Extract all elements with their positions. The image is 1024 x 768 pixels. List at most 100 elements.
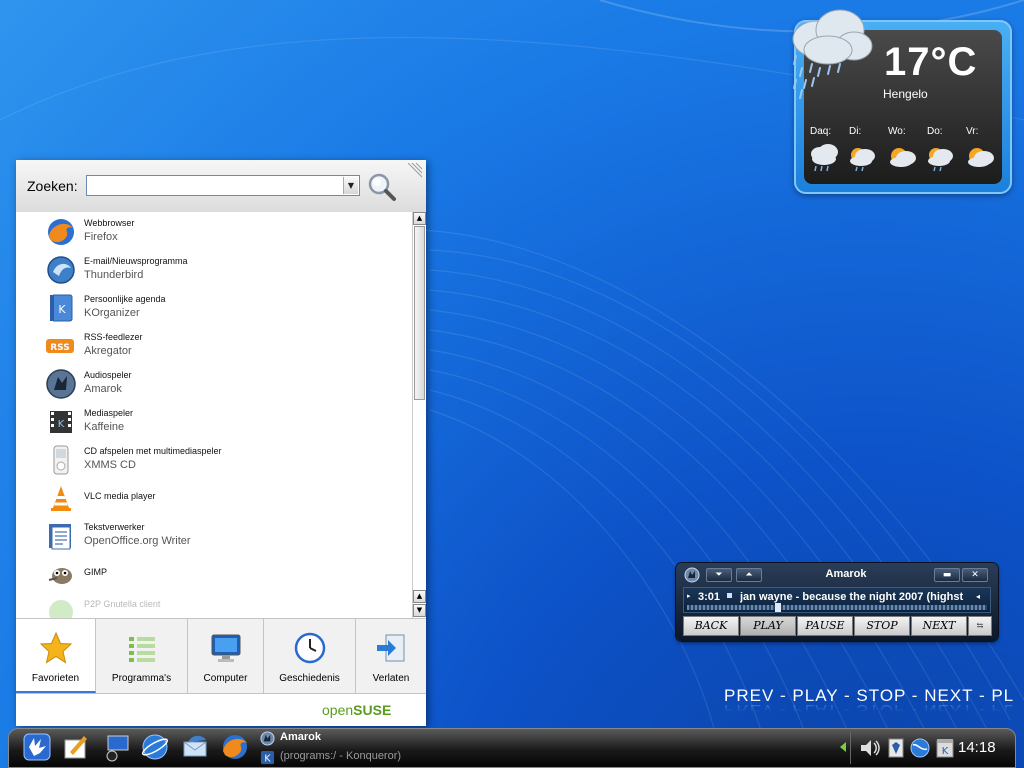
vlc-icon (51, 486, 71, 511)
weather-city: Hengelo (883, 87, 928, 101)
pause-button[interactable]: PAUSE (797, 616, 853, 636)
list-item[interactable]: K Mediaspeler Kaffeine (16, 402, 412, 440)
back-button[interactable]: BACK (683, 616, 739, 636)
programs-list-icon (129, 637, 155, 662)
task-label: Amarok (280, 731, 321, 743)
list-item[interactable]: Webbrowser Firefox (16, 212, 412, 250)
tab-label: Geschiedenis (279, 673, 340, 684)
task-label: (programs:/ - Konqueror) (280, 750, 402, 762)
forecast-day-4: Do: (927, 126, 943, 137)
tab-label: Computer (203, 673, 248, 684)
kde-tool-icon[interactable] (885, 736, 907, 760)
shade-up-button[interactable]: ⏶ (736, 568, 762, 582)
shade-down-button[interactable]: ⏷ (706, 568, 732, 582)
progress-knob[interactable] (775, 603, 781, 612)
player-title: Amarok (825, 568, 867, 580)
magnifier-icon[interactable] (366, 171, 398, 203)
task-amarok[interactable]: Amarok (258, 730, 818, 748)
search-label: Zoeken: (27, 178, 78, 194)
tab-computer[interactable]: Computer (188, 619, 264, 693)
tab-history[interactable]: Geschiedenis (264, 619, 356, 693)
kde-updater-icon[interactable]: K (935, 737, 955, 759)
brand-part-a: open (322, 702, 354, 718)
network-icon[interactable] (102, 732, 132, 762)
app-title: RSS-feedlezer (84, 332, 143, 342)
tab-favorites[interactable]: Favorieten (16, 619, 96, 693)
kaffeine-icon: K (50, 411, 72, 433)
close-button[interactable]: ✕ (962, 568, 988, 582)
gnutella-icon (49, 600, 73, 618)
list-item[interactable]: E-mail/Nieuwsprogramma Thunderbird (16, 250, 412, 288)
opensuse-logo: openSUSE (322, 702, 391, 718)
svg-text:K: K (942, 746, 949, 757)
rss-icon: RSS (46, 339, 74, 353)
kde-start-icon[interactable] (22, 732, 52, 762)
search-history-dropdown[interactable]: ▼ (343, 177, 358, 194)
firefox-icon (48, 219, 74, 245)
search-input[interactable] (86, 175, 360, 196)
konqueror-icon: K (260, 750, 275, 764)
scrollbar-thumb[interactable] (414, 226, 425, 400)
app-title: Tekstverwerker (84, 522, 145, 532)
list-item[interactable]: Tekstverwerker OpenOffice.org Writer (16, 516, 412, 554)
volume-icon[interactable] (859, 738, 881, 758)
firefox-icon[interactable] (220, 732, 250, 762)
player-osd-reflection: PREV - PLAY - STOP - NEXT - PL (724, 701, 1015, 720)
stop-button[interactable]: STOP (854, 616, 910, 636)
forecast-day-1: Daq: (810, 126, 832, 137)
scroll-up-button[interactable]: ▲ (413, 212, 426, 225)
system-tray: K (850, 732, 958, 764)
menu-tabs: Favorieten Programma's Computer Geschied… (16, 618, 426, 694)
svg-text:K: K (58, 303, 66, 316)
tray-expand-icon[interactable] (840, 742, 846, 752)
list-item[interactable]: CD afspelen met multimediaspeler XMMS CD (16, 440, 412, 478)
app-name: Firefox (84, 231, 118, 243)
track-progress[interactable] (687, 603, 987, 612)
forecast-day-5: Vr: (966, 126, 979, 137)
logout-icon (377, 634, 405, 662)
list-item[interactable]: GIMP (16, 554, 412, 592)
taskbar-clock: 14:18 (958, 739, 996, 756)
amarok-player: ⏷ ⏶ Amarok ▬ ✕ ▸ 3:01 jan wayne - becaus… (676, 563, 998, 641)
brand-part-b: SUSE (353, 702, 392, 718)
list-item[interactable]: RSS RSS-feedlezer Akregator (16, 326, 412, 364)
thunderbird-icon[interactable] (180, 732, 210, 762)
app-title: Audiospeler (84, 370, 132, 380)
playlist-toggle-icon[interactable]: ⇆ (968, 616, 992, 636)
scroll-up-button-lower[interactable]: ▲ (413, 590, 426, 603)
resize-grip-icon[interactable] (406, 163, 422, 179)
star-icon (39, 631, 73, 664)
app-title: Webbrowser (84, 218, 135, 228)
menu-footer: openSUSE (16, 694, 426, 726)
app-name: Amarok (84, 383, 122, 395)
app-name: Kaffeine (84, 421, 125, 433)
tab-programs[interactable]: Programma's (96, 619, 188, 693)
text-editor-icon[interactable] (60, 732, 90, 762)
list-item[interactable]: P2P Gnutella client (16, 592, 412, 618)
app-name: Thunderbird (84, 269, 144, 281)
next-button[interactable]: NEXT (911, 616, 967, 636)
list-scrollbar[interactable]: ▲ ▲ ▼ (412, 212, 426, 618)
app-title: Mediaspeler (84, 408, 134, 418)
app-name: XMMS CD (84, 459, 136, 471)
list-item[interactable]: K Persoonlijke agenda KOrganizer (16, 288, 412, 326)
forecast-day-2: Di: (849, 126, 862, 137)
tab-leave[interactable]: Verlaten (356, 619, 426, 693)
task-konqueror[interactable]: K (programs:/ - Konqueror) (258, 749, 818, 767)
amarok-icon (46, 369, 76, 399)
amarok-icon (260, 731, 275, 746)
app-title: Persoonlijke agenda (84, 294, 166, 304)
app-title: CD afspelen met multimediaspeler (84, 446, 222, 456)
separator-icon (727, 593, 732, 598)
globe-icon[interactable] (909, 737, 931, 759)
list-item[interactable]: VLC media player (16, 478, 412, 516)
play-button[interactable]: PLAY (740, 616, 796, 636)
konqueror-icon[interactable] (140, 732, 170, 762)
amarok-app-icon[interactable] (684, 567, 700, 583)
minimize-button[interactable]: ▬ (934, 568, 960, 582)
list-item[interactable]: Audiospeler Amarok (16, 364, 412, 402)
clock-icon (294, 632, 326, 664)
app-title: E-mail/Nieuwsprogramma (84, 256, 188, 266)
partly-cloudy-rain-icon (928, 148, 953, 172)
scroll-down-button[interactable]: ▼ (413, 604, 426, 617)
